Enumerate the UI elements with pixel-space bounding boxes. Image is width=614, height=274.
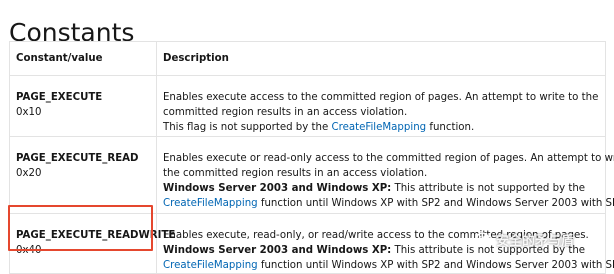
constant-value: 0x10 xyxy=(16,107,42,118)
description-line: Windows Server 2003 and Windows XP: This… xyxy=(163,183,586,194)
constant-name: PAGE_EXECUTE_READ xyxy=(16,153,139,164)
platform-note: Windows Server 2003 and Windows XP: xyxy=(163,245,392,256)
platform-note: Windows Server 2003 and Windows XP: xyxy=(163,183,392,194)
description-line: Enables execute access to the committed … xyxy=(163,92,599,103)
table-header-row: Constant/value Description xyxy=(9,41,606,76)
description-line: the committed region results in an acces… xyxy=(163,168,428,179)
createfilemapping-link[interactable]: CreateFileMapping xyxy=(332,122,427,133)
description-line: Enables execute or read-only access to t… xyxy=(163,153,614,164)
watermark-text: 安全的矛与盾 xyxy=(496,233,575,249)
watermark: 安全的矛与盾 xyxy=(476,228,574,250)
description-line: committed region results in an access vi… xyxy=(163,107,408,118)
description-cell: Enables execute or read-only access to t… xyxy=(156,136,614,214)
constant-name: PAGE_EXECUTE xyxy=(16,92,103,103)
description-line: This flag is not supported by the Create… xyxy=(163,122,475,133)
createfilemapping-link[interactable]: CreateFileMapping xyxy=(163,260,258,271)
table-row: PAGE_EXECUTE_READ 0x20 Enables execute o… xyxy=(9,136,614,214)
highlight-box xyxy=(8,205,153,251)
column-header-constant: Constant/value xyxy=(9,41,157,76)
createfilemapping-link[interactable]: CreateFileMapping xyxy=(163,198,258,209)
constant-cell: PAGE_EXECUTE_READ 0x20 xyxy=(9,136,157,214)
description-line: CreateFileMapping function until Windows… xyxy=(163,260,614,271)
wechat-icon xyxy=(476,232,492,246)
description-line: CreateFileMapping function until Windows… xyxy=(163,198,614,209)
constant-cell: PAGE_EXECUTE 0x10 xyxy=(9,75,157,137)
description-cell: Enables execute access to the committed … xyxy=(156,75,606,137)
table-row: PAGE_EXECUTE 0x10 Enables execute access… xyxy=(9,75,606,137)
column-header-description: Description xyxy=(156,41,606,76)
constant-value: 0x20 xyxy=(16,168,42,179)
